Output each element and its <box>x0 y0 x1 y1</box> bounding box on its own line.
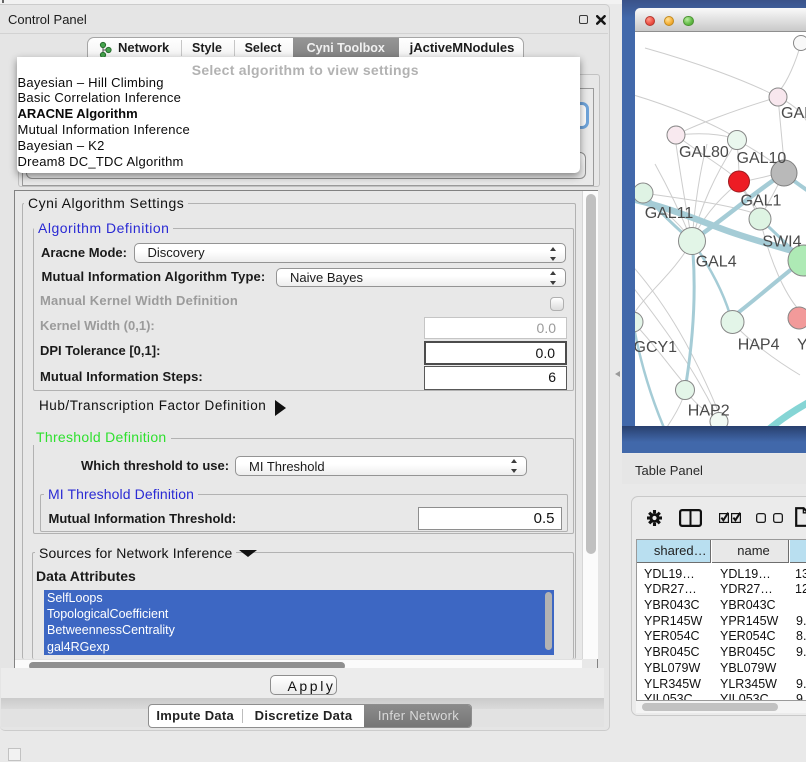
svg-text:HAP2: HAP2 <box>688 402 730 419</box>
svg-text:GAL11: GAL11 <box>645 205 694 222</box>
svg-text:Y: Y <box>797 337 806 354</box>
svg-text:GAL: GAL <box>781 105 806 122</box>
svg-text:SWI4: SWI4 <box>762 233 801 250</box>
svg-text:GAL4: GAL4 <box>696 254 737 271</box>
svg-text:GAL80: GAL80 <box>679 144 729 161</box>
svg-text:GAL1: GAL1 <box>741 193 782 210</box>
svg-text:GAL10: GAL10 <box>737 150 787 167</box>
svg-text:GCY1: GCY1 <box>635 339 677 356</box>
svg-text:HAP4: HAP4 <box>738 337 780 354</box>
